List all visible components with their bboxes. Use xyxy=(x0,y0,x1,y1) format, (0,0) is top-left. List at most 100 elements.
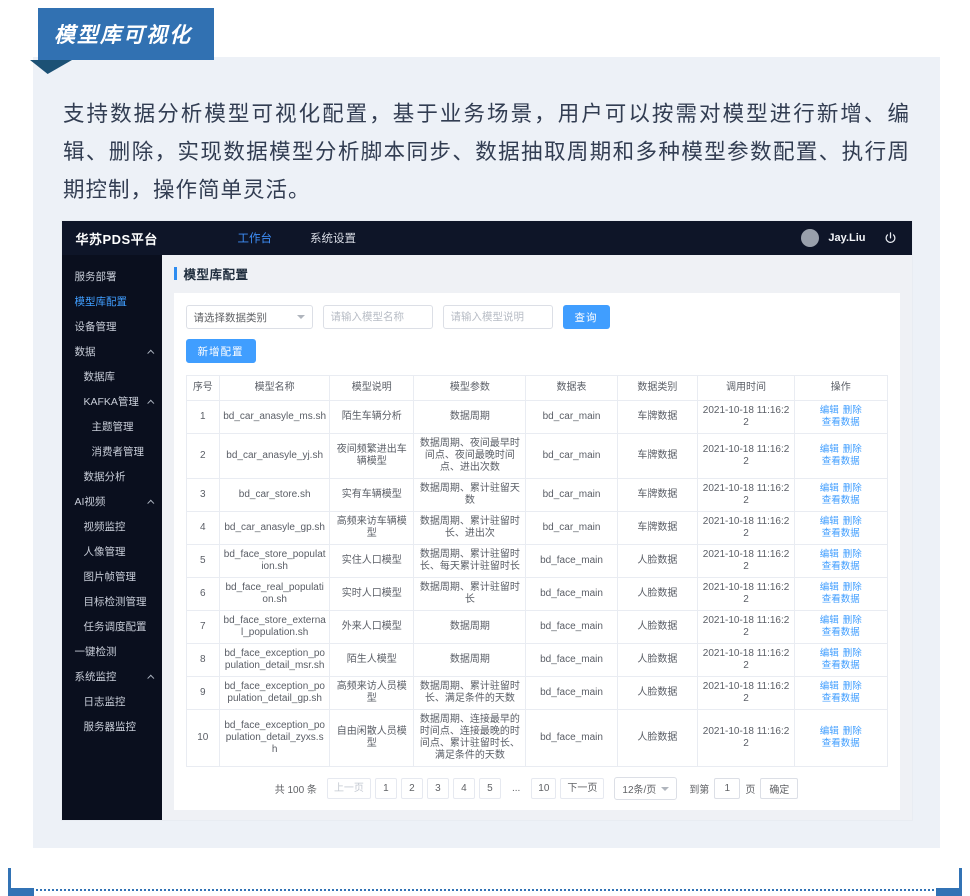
view-data-link[interactable]: 查看数据 xyxy=(822,528,860,539)
sidebar-item-5[interactable]: KAFKA管理 xyxy=(62,390,162,415)
corner-bracket-left xyxy=(8,868,34,896)
next-page-button[interactable]: 下一页 xyxy=(560,778,604,799)
delete-link[interactable]: 删除 xyxy=(843,681,862,692)
cell-model-params: 数据周期、累计驻留时长、进出次 xyxy=(414,512,526,545)
cell-operations: 编辑删除查看数据 xyxy=(794,677,887,710)
cell-data-table: bd_face_main xyxy=(526,710,617,767)
sidebar-item-3[interactable]: 数据 xyxy=(62,340,162,365)
edit-link[interactable]: 编辑 xyxy=(820,549,839,560)
table-row: 8bd_face_exception_population_detail_msr… xyxy=(186,644,887,677)
model-name-input[interactable] xyxy=(323,305,433,329)
delete-link[interactable]: 删除 xyxy=(843,549,862,560)
goto-label: 到第 xyxy=(689,781,709,796)
page-button-4[interactable]: 4 xyxy=(453,778,475,799)
sidebar-item-10[interactable]: 视频监控 xyxy=(62,515,162,540)
sidebar-item-11[interactable]: 人像管理 xyxy=(62,540,162,565)
cell-model-desc: 陌生人模型 xyxy=(330,644,414,677)
edit-link[interactable]: 编辑 xyxy=(820,516,839,527)
delete-link[interactable]: 删除 xyxy=(843,726,862,737)
sidebar-item-16[interactable]: 系统监控 xyxy=(62,665,162,690)
chevron-down-icon xyxy=(661,787,669,791)
dotted-line xyxy=(36,889,934,891)
table-row: 1bd_car_anasyle_ms.sh陌生车辆分析数据周期bd_car_ma… xyxy=(186,401,887,434)
sidebar-item-12[interactable]: 图片帧管理 xyxy=(62,565,162,590)
sidebar-item-4[interactable]: 数据库 xyxy=(62,365,162,390)
edit-link[interactable]: 编辑 xyxy=(820,648,839,659)
view-data-link[interactable]: 查看数据 xyxy=(822,693,860,704)
view-data-link[interactable]: 查看数据 xyxy=(822,417,860,428)
sidebar: 服务部署模型库配置设备管理数据数据库KAFKA管理主题管理消费者管理数据分析AI… xyxy=(62,255,162,820)
cell-data-category: 人脸数据 xyxy=(617,545,698,578)
model-desc-input[interactable] xyxy=(443,305,553,329)
cell-call-time: 2021-10-18 11:16:22 xyxy=(698,545,795,578)
edit-link[interactable]: 编辑 xyxy=(820,405,839,416)
sidebar-item-18[interactable]: 服务器监控 xyxy=(62,715,162,740)
table-row: 5bd_face_store_population.sh实住人口模型数据周期、累… xyxy=(186,545,887,578)
page-size-value: 12条/页 xyxy=(622,781,656,796)
sidebar-item-13[interactable]: 目标检测管理 xyxy=(62,590,162,615)
sidebar-item-label: 服务部署 xyxy=(75,265,117,290)
delete-link[interactable]: 删除 xyxy=(843,516,862,527)
sidebar-item-15[interactable]: 一键检测 xyxy=(62,640,162,665)
view-data-link[interactable]: 查看数据 xyxy=(822,660,860,671)
cell-seq: 2 xyxy=(186,434,220,479)
content-panel: 支持数据分析模型可视化配置，基于业务场景，用户可以按需对模型进行新增、编辑、删除… xyxy=(33,57,940,848)
sidebar-item-2[interactable]: 设备管理 xyxy=(62,315,162,340)
edit-link[interactable]: 编辑 xyxy=(820,444,839,455)
edit-link[interactable]: 编辑 xyxy=(820,615,839,626)
prev-page-button[interactable]: 上一页 xyxy=(327,778,371,799)
sidebar-item-label: 图片帧管理 xyxy=(84,565,137,590)
table-body: 1bd_car_anasyle_ms.sh陌生车辆分析数据周期bd_car_ma… xyxy=(186,401,887,767)
delete-link[interactable]: 删除 xyxy=(843,648,862,659)
cell-data-category: 车牌数据 xyxy=(617,401,698,434)
page-button-3[interactable]: 3 xyxy=(427,778,449,799)
page-size-select[interactable]: 12条/页 xyxy=(614,777,677,800)
chevron-down-icon xyxy=(297,315,305,319)
view-data-link[interactable]: 查看数据 xyxy=(822,738,860,749)
edit-link[interactable]: 编辑 xyxy=(820,681,839,692)
delete-link[interactable]: 删除 xyxy=(843,615,862,626)
sidebar-item-1[interactable]: 模型库配置 xyxy=(62,290,162,315)
data-category-select[interactable]: 请选择数据类别 xyxy=(186,305,313,329)
edit-link[interactable]: 编辑 xyxy=(820,582,839,593)
sidebar-item-17[interactable]: 日志监控 xyxy=(62,690,162,715)
delete-link[interactable]: 删除 xyxy=(843,483,862,494)
sidebar-item-label: 目标检测管理 xyxy=(84,590,147,615)
cell-model-params: 数据周期、连接最早的时间点、连接最晚的时间点、累计驻留时长、满足条件的天数 xyxy=(414,710,526,767)
delete-link[interactable]: 删除 xyxy=(843,444,862,455)
add-config-button[interactable]: 新增配置 xyxy=(186,339,256,363)
view-data-link[interactable]: 查看数据 xyxy=(822,495,860,506)
page-button-1[interactable]: 1 xyxy=(375,778,397,799)
filter-row: 请选择数据类别 查询 xyxy=(186,305,888,329)
section-badge: 模型库可视化 xyxy=(30,8,214,60)
page-button-5[interactable]: 5 xyxy=(479,778,501,799)
view-data-link[interactable]: 查看数据 xyxy=(822,594,860,605)
edit-link[interactable]: 编辑 xyxy=(820,726,839,737)
delete-link[interactable]: 删除 xyxy=(843,582,862,593)
sidebar-item-6[interactable]: 主题管理 xyxy=(62,415,162,440)
pagination-total: 共 100 条 xyxy=(275,781,317,796)
view-data-link[interactable]: 查看数据 xyxy=(822,561,860,572)
sidebar-item-14[interactable]: 任务调度配置 xyxy=(62,615,162,640)
sidebar-item-9[interactable]: AI视频 xyxy=(62,490,162,515)
search-button[interactable]: 查询 xyxy=(563,305,610,329)
page-button-10[interactable]: 10 xyxy=(531,778,556,799)
column-header: 数据表 xyxy=(526,376,617,401)
sidebar-item-7[interactable]: 消费者管理 xyxy=(62,440,162,465)
cell-call-time: 2021-10-18 11:16:22 xyxy=(698,479,795,512)
goto-page-input[interactable] xyxy=(714,778,740,799)
page-button-2[interactable]: 2 xyxy=(401,778,423,799)
delete-link[interactable]: 删除 xyxy=(843,405,862,416)
goto-confirm-button[interactable]: 确定 xyxy=(760,778,798,799)
avatar[interactable] xyxy=(801,229,819,247)
nav-item-0[interactable]: 工作台 xyxy=(238,230,273,246)
view-data-link[interactable]: 查看数据 xyxy=(822,456,860,467)
content-card: 请选择数据类别 查询 新增配置 xyxy=(174,293,900,810)
sidebar-item-0[interactable]: 服务部署 xyxy=(62,265,162,290)
sidebar-item-8[interactable]: 数据分析 xyxy=(62,465,162,490)
cell-model-desc: 高频来访人员模型 xyxy=(330,677,414,710)
nav-item-1[interactable]: 系统设置 xyxy=(310,230,356,246)
view-data-link[interactable]: 查看数据 xyxy=(822,627,860,638)
edit-link[interactable]: 编辑 xyxy=(820,483,839,494)
power-icon[interactable] xyxy=(883,231,898,246)
